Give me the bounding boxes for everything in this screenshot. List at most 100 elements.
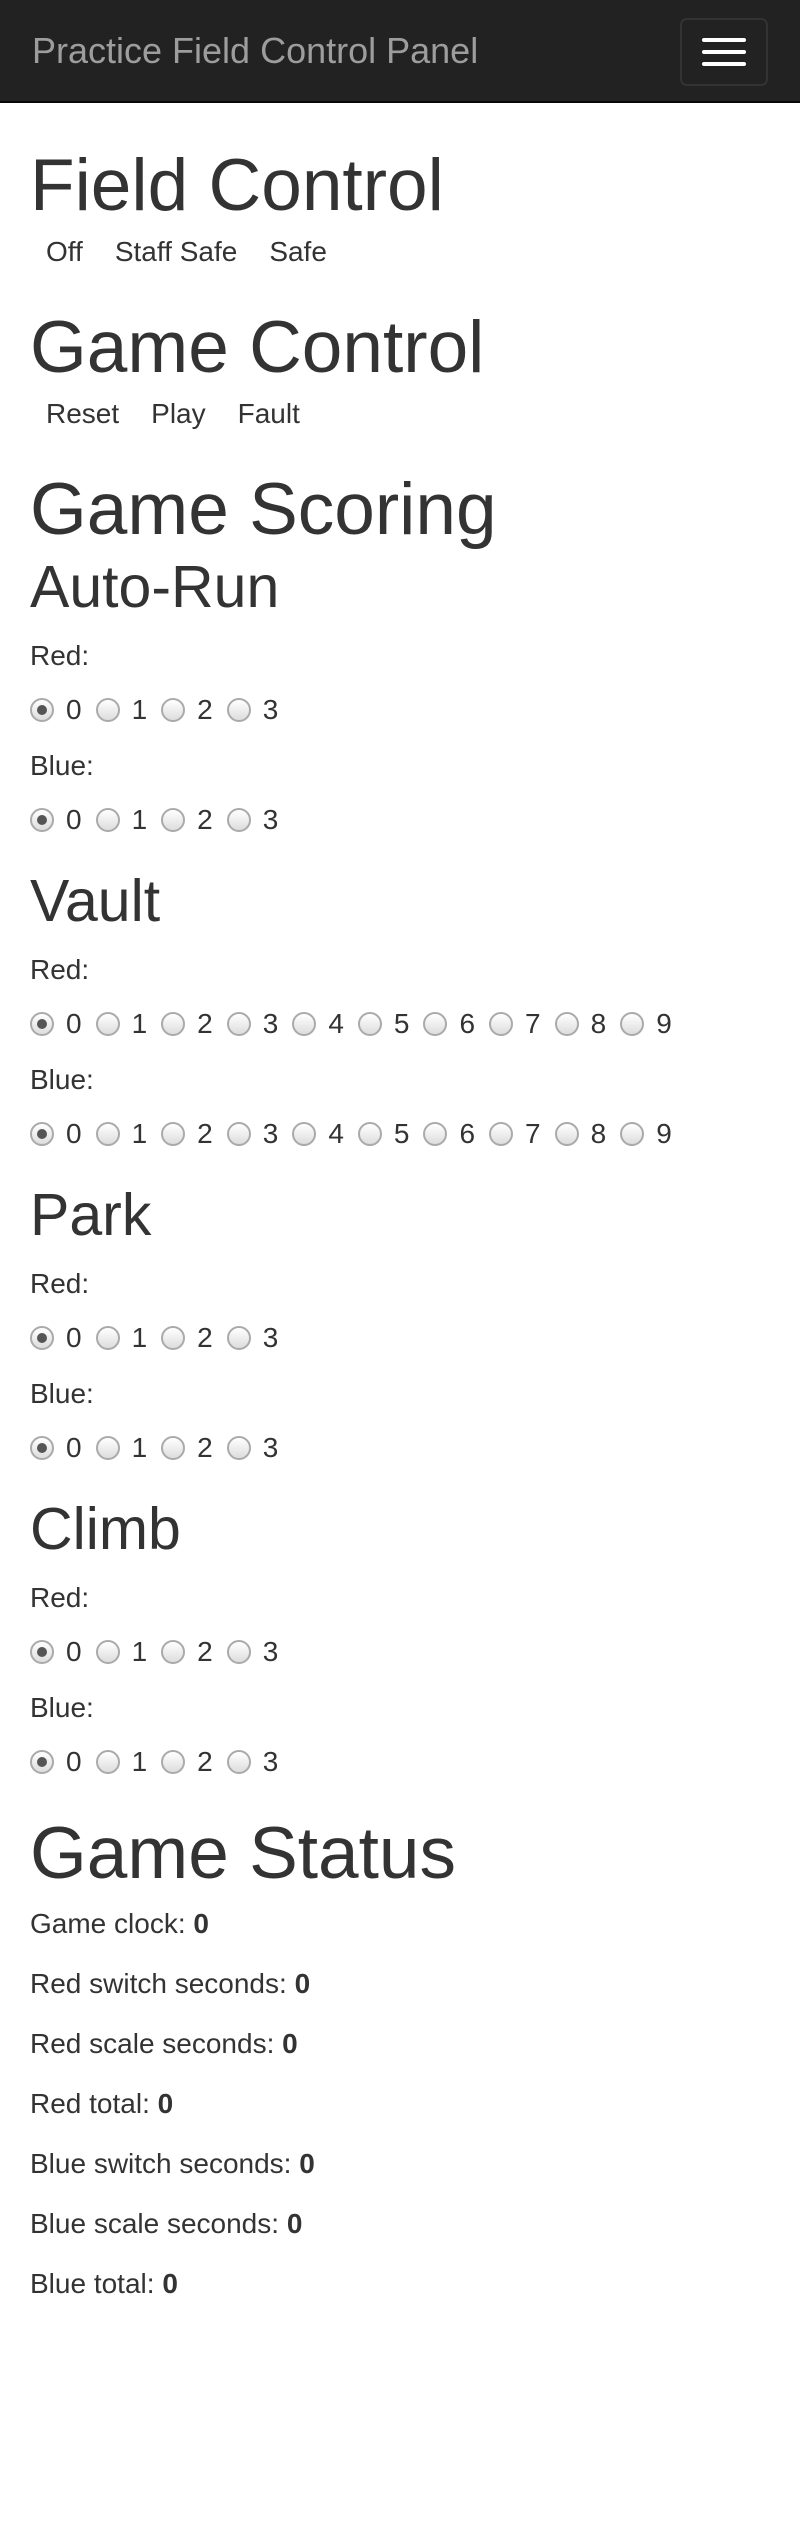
vault-red-option-5[interactable]: 5 <box>357 1008 409 1040</box>
radio-button-icon[interactable] <box>30 1640 54 1664</box>
climb-blue-option-2[interactable]: 2 <box>161 1746 213 1778</box>
auto-run-red-option-2[interactable]: 2 <box>161 694 213 726</box>
auto-run-blue-option-3[interactable]: 3 <box>226 804 278 836</box>
vault-blue-option-7[interactable]: 7 <box>489 1118 541 1150</box>
vault-blue-option-1[interactable]: 1 <box>95 1118 147 1150</box>
radio-button-icon[interactable] <box>226 1640 251 1664</box>
radio-button-icon[interactable] <box>30 698 54 722</box>
radio-button-icon[interactable] <box>292 1012 317 1036</box>
radio-button-icon[interactable] <box>161 808 186 832</box>
radio-button-icon[interactable] <box>357 1122 382 1146</box>
radio-button-icon[interactable] <box>30 808 54 832</box>
auto-run-blue-option-1[interactable]: 1 <box>95 804 147 836</box>
radio-button-icon[interactable] <box>554 1012 579 1036</box>
radio-button-icon[interactable] <box>95 1750 120 1774</box>
radio-button-icon[interactable] <box>161 1326 186 1350</box>
vault-blue-option-2[interactable]: 2 <box>161 1118 213 1150</box>
radio-button-icon[interactable] <box>226 1436 251 1460</box>
game-reset-button[interactable]: Reset <box>42 398 135 430</box>
navbar-toggle-button[interactable] <box>680 18 768 86</box>
park-red-option-1[interactable]: 1 <box>95 1322 147 1354</box>
vault-red-option-0[interactable]: 0 <box>30 1008 82 1040</box>
park-blue-option-2[interactable]: 2 <box>161 1432 213 1464</box>
radio-button-icon[interactable] <box>554 1122 579 1146</box>
radio-button-icon[interactable] <box>161 1640 186 1664</box>
vault-blue-option-5[interactable]: 5 <box>357 1118 409 1150</box>
radio-button-icon[interactable] <box>489 1012 514 1036</box>
auto-run-blue-option-2[interactable]: 2 <box>161 804 213 836</box>
navbar-brand[interactable]: Practice Field Control Panel <box>32 30 478 72</box>
vault-blue-option-8[interactable]: 8 <box>554 1118 606 1150</box>
radio-button-icon[interactable] <box>226 1750 251 1774</box>
radio-button-icon[interactable] <box>30 1750 54 1774</box>
vault-blue-option-4[interactable]: 4 <box>292 1118 344 1150</box>
radio-button-icon[interactable] <box>161 1012 186 1036</box>
auto-run-red-option-1[interactable]: 1 <box>95 694 147 726</box>
park-blue-option-1[interactable]: 1 <box>95 1432 147 1464</box>
vault-blue-option-9[interactable]: 9 <box>620 1118 672 1150</box>
radio-button-icon[interactable] <box>30 1326 54 1350</box>
radio-button-icon[interactable] <box>226 1326 251 1350</box>
radio-button-icon[interactable] <box>620 1012 645 1036</box>
radio-button-icon[interactable] <box>292 1122 317 1146</box>
radio-button-icon[interactable] <box>30 1436 54 1460</box>
park-red-option-0[interactable]: 0 <box>30 1322 82 1354</box>
climb-red-option-2[interactable]: 2 <box>161 1636 213 1668</box>
radio-button-icon[interactable] <box>30 1012 54 1036</box>
vault-blue-option-6[interactable]: 6 <box>423 1118 475 1150</box>
field-off-button[interactable]: Off <box>42 236 99 268</box>
radio-button-icon[interactable] <box>226 1012 251 1036</box>
radio-button-icon[interactable] <box>30 1122 54 1146</box>
park-red-option-3[interactable]: 3 <box>226 1322 278 1354</box>
vault-red-option-6[interactable]: 6 <box>423 1008 475 1040</box>
vault-red-option-1[interactable]: 1 <box>95 1008 147 1040</box>
vault-red-option-7[interactable]: 7 <box>489 1008 541 1040</box>
climb-red-option-1[interactable]: 1 <box>95 1636 147 1668</box>
vault-red-option-4[interactable]: 4 <box>292 1008 344 1040</box>
climb-red-option-0[interactable]: 0 <box>30 1636 82 1668</box>
blue-scale-value: 0 <box>286 2208 303 2239</box>
radio-button-icon[interactable] <box>357 1012 382 1036</box>
radio-button-icon[interactable] <box>95 1640 120 1664</box>
radio-button-icon[interactable] <box>620 1122 645 1146</box>
auto-run-red-label: Red: <box>30 640 90 671</box>
field-staff-safe-button[interactable]: Staff Safe <box>99 236 253 268</box>
radio-button-icon[interactable] <box>161 698 186 722</box>
radio-button-icon[interactable] <box>423 1122 448 1146</box>
park-red-option-2[interactable]: 2 <box>161 1322 213 1354</box>
vault-blue-option-3[interactable]: 3 <box>226 1118 278 1150</box>
climb-red-option-3[interactable]: 3 <box>226 1636 278 1668</box>
radio-button-icon[interactable] <box>95 698 120 722</box>
radio-button-icon[interactable] <box>95 1012 120 1036</box>
vault-blue-option-0[interactable]: 0 <box>30 1118 82 1150</box>
radio-button-icon[interactable] <box>226 698 251 722</box>
vault-red-option-2[interactable]: 2 <box>161 1008 213 1040</box>
auto-run-blue-option-0[interactable]: 0 <box>30 804 82 836</box>
radio-button-icon[interactable] <box>161 1122 186 1146</box>
game-play-button[interactable]: Play <box>135 398 221 430</box>
radio-button-icon[interactable] <box>95 808 120 832</box>
vault-red-option-8[interactable]: 8 <box>554 1008 606 1040</box>
radio-button-icon[interactable] <box>423 1012 448 1036</box>
game-fault-button[interactable]: Fault <box>222 398 316 430</box>
radio-button-icon[interactable] <box>489 1122 514 1146</box>
radio-button-icon[interactable] <box>95 1436 120 1460</box>
radio-button-icon[interactable] <box>226 808 251 832</box>
auto-run-red-option-0[interactable]: 0 <box>30 694 82 726</box>
auto-run-red-option-3[interactable]: 3 <box>226 694 278 726</box>
vault-red-option-9[interactable]: 9 <box>620 1008 672 1040</box>
field-safe-button[interactable]: Safe <box>253 236 343 268</box>
vault-red-option-3[interactable]: 3 <box>226 1008 278 1040</box>
scoring-sections: Auto-Run Red: 0 1 2 3 Blue: 0 1 2 3 Vault Red: 0 1 2 3 4 5… <box>30 554 770 1780</box>
climb-blue-option-1[interactable]: 1 <box>95 1746 147 1778</box>
park-blue-option-0[interactable]: 0 <box>30 1432 82 1464</box>
radio-button-icon[interactable] <box>95 1326 120 1350</box>
park-blue-option-3[interactable]: 3 <box>226 1432 278 1464</box>
climb-blue-option-0[interactable]: 0 <box>30 1746 82 1778</box>
radio-button-icon[interactable] <box>161 1436 186 1460</box>
radio-button-icon[interactable] <box>161 1750 186 1774</box>
climb-blue-option-3[interactable]: 3 <box>226 1746 278 1778</box>
radio-button-icon[interactable] <box>226 1122 251 1146</box>
radio-button-icon[interactable] <box>95 1122 120 1146</box>
game-status-heading: Game Status <box>30 1813 457 1894</box>
